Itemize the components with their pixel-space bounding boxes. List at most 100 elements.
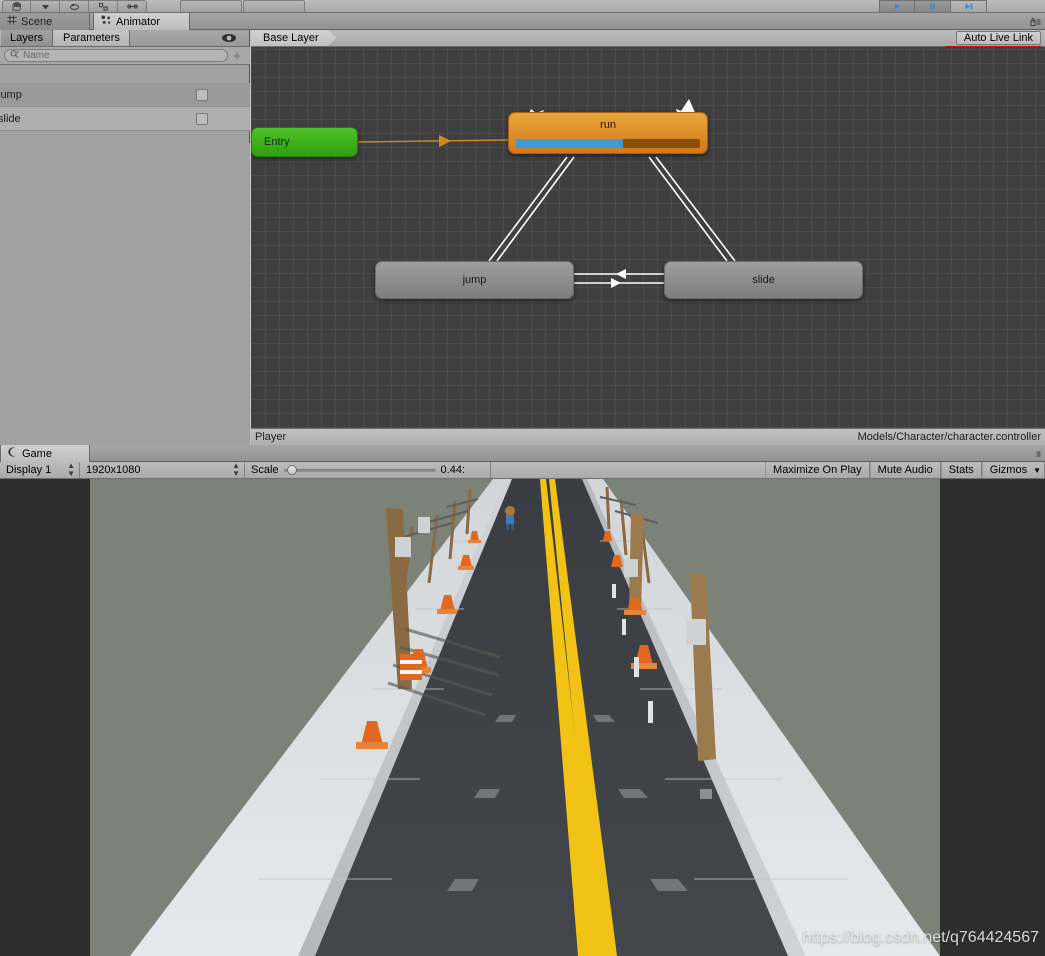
game-toolbar: Display 1 ▲ ▼ 1920x1080 ▲ ▼ Scale 0.44: Ma… bbox=[0, 462, 1045, 479]
tab-scene[interactable]: Scene bbox=[0, 13, 90, 30]
status-right-label: Models/Character/character.controller bbox=[857, 431, 1041, 443]
mute-audio-label: Mute Audio bbox=[877, 464, 933, 476]
state-progress-fill bbox=[516, 139, 623, 148]
toolbar-spacer bbox=[491, 462, 766, 478]
rect-tool-button[interactable] bbox=[118, 0, 147, 12]
gizmos-label: Gizmos bbox=[989, 464, 1028, 476]
rotate-tool-button[interactable] bbox=[60, 0, 89, 12]
tab-game[interactable]: Game bbox=[0, 445, 90, 462]
main-toolbar bbox=[0, 0, 1045, 13]
tab-parameters[interactable]: Parameters bbox=[53, 30, 130, 46]
search-input[interactable]: Name bbox=[4, 49, 228, 62]
state-node-jump[interactable]: jump bbox=[375, 261, 574, 299]
add-parameter-button[interactable]: + bbox=[228, 49, 246, 62]
parameter-trigger-checkbox[interactable] bbox=[196, 113, 208, 125]
transition-arrow bbox=[611, 278, 621, 288]
local-global-dropdown[interactable] bbox=[243, 0, 305, 12]
pause-button[interactable] bbox=[915, 0, 951, 12]
unity-editor-window: Scene Animator Layers Parameters Name + … bbox=[0, 0, 1045, 956]
display-label: Display 1 bbox=[6, 464, 52, 476]
scale-value: 0.44: bbox=[440, 464, 465, 476]
animator-window-menu[interactable] bbox=[1030, 13, 1045, 30]
game-icon bbox=[8, 447, 18, 460]
play-controls bbox=[879, 0, 987, 12]
scale-tool-button[interactable] bbox=[89, 0, 118, 12]
auto-live-link-label: Auto Live Link bbox=[963, 32, 1033, 44]
panel-tabs: Layers Parameters bbox=[0, 30, 249, 47]
parameter-name: jump bbox=[0, 88, 22, 101]
chevron-updown-icon: ▲ ▼ bbox=[67, 461, 75, 478]
mute-audio-button[interactable]: Mute Audio bbox=[869, 462, 941, 478]
scale-label: Scale bbox=[251, 464, 279, 476]
tab-layers[interactable]: Layers bbox=[0, 30, 54, 46]
hand-tool-button[interactable] bbox=[2, 0, 31, 12]
parameter-search-row: Name + bbox=[0, 47, 250, 65]
animator-window: Scene Animator Layers Parameters Name + … bbox=[0, 13, 1045, 445]
status-left-label: Player bbox=[255, 431, 287, 443]
state-node-entry[interactable]: Entry bbox=[251, 127, 358, 157]
transition-run-slide bbox=[648, 156, 728, 262]
maximize-on-play-label: Maximize On Play bbox=[773, 464, 862, 476]
state-node-slide[interactable]: slide bbox=[664, 261, 863, 299]
tab-layers-label: Layers bbox=[10, 32, 44, 44]
transition-arrow bbox=[439, 135, 451, 147]
scale-control[interactable]: Scale 0.44: bbox=[245, 462, 491, 478]
state-node-label: Entry bbox=[264, 136, 290, 148]
play-button[interactable] bbox=[879, 0, 915, 12]
scale-slider[interactable] bbox=[283, 464, 436, 477]
pivot-dropdown[interactable] bbox=[180, 0, 242, 12]
animator-graph-area: Base Layer Auto Live Link Entry run jump… bbox=[251, 30, 1045, 445]
parameters-list: jump slide bbox=[0, 83, 250, 131]
game-tabbar: Game bbox=[0, 445, 1045, 462]
layer-breadcrumb-bar: Base Layer Auto Live Link bbox=[251, 30, 1045, 47]
eye-icon[interactable] bbox=[221, 33, 237, 46]
scale-slider-knob[interactable] bbox=[286, 465, 297, 475]
transition-run-jump bbox=[488, 156, 568, 262]
stats-button[interactable]: Stats bbox=[940, 462, 982, 478]
chevron-down-icon[interactable]: ▼ bbox=[1033, 466, 1041, 475]
search-placeholder: Name bbox=[23, 50, 50, 61]
animator-tabbar: Scene Animator bbox=[0, 13, 1045, 30]
state-node-label: slide bbox=[752, 274, 775, 286]
tab-animator-label: Animator bbox=[116, 15, 161, 28]
tab-scene-label: Scene bbox=[21, 15, 53, 28]
state-node-label: run bbox=[600, 119, 616, 131]
game-window: Game Display 1 ▲ ▼ 1920x1080 ▲ ▼ Scale 0… bbox=[0, 445, 1045, 956]
gizmos-button[interactable]: Gizmos ▼ bbox=[981, 462, 1045, 478]
tab-game-label: Game bbox=[22, 447, 52, 460]
auto-live-link-button[interactable]: Auto Live Link bbox=[955, 31, 1041, 45]
tab-parameters-label: Parameters bbox=[63, 32, 120, 44]
state-progress-bar bbox=[516, 139, 700, 148]
resolution-dropdown[interactable]: 1920x1080 ▲ ▼ bbox=[80, 462, 245, 478]
game-viewport[interactable]: https://blog.csdn.net/q764424567 bbox=[0, 479, 1045, 956]
parameter-name: slide bbox=[0, 112, 21, 125]
transition-jump-run bbox=[496, 156, 575, 262]
game-window-menu[interactable] bbox=[1030, 445, 1045, 462]
tab-animator[interactable]: Animator bbox=[93, 13, 190, 30]
transition-entry-run bbox=[357, 139, 509, 143]
transition-slide-run bbox=[655, 156, 736, 262]
animator-icon bbox=[101, 15, 112, 28]
parameter-row-slide[interactable]: slide bbox=[0, 107, 250, 131]
parameter-row-jump[interactable]: jump bbox=[0, 83, 250, 107]
parameter-trigger-checkbox[interactable] bbox=[196, 89, 208, 101]
step-button[interactable] bbox=[951, 0, 987, 12]
transition-arrow bbox=[616, 269, 626, 279]
breadcrumb-label: Base Layer bbox=[263, 32, 319, 44]
search-icon bbox=[10, 49, 20, 62]
animator-status-bar: Player Models/Character/character.contro… bbox=[251, 428, 1045, 445]
transitions-layer bbox=[357, 99, 736, 288]
parameters-panel: Layers Parameters Name + jump slide bbox=[0, 30, 250, 445]
move-tool-button[interactable] bbox=[31, 0, 60, 12]
state-machine-graph[interactable]: Entry run jump slide bbox=[251, 47, 1045, 428]
game-scene-render bbox=[0, 479, 1045, 956]
maximize-on-play-button[interactable]: Maximize On Play bbox=[765, 462, 870, 478]
chevron-updown-icon: ▲ ▼ bbox=[232, 461, 240, 478]
scene-icon bbox=[7, 15, 17, 28]
state-node-run[interactable]: run bbox=[508, 112, 708, 154]
breadcrumb[interactable]: Base Layer bbox=[251, 30, 337, 46]
resolution-label: 1920x1080 bbox=[86, 464, 141, 476]
stats-label: Stats bbox=[948, 464, 974, 476]
state-node-label: jump bbox=[462, 274, 487, 286]
display-dropdown[interactable]: Display 1 ▲ ▼ bbox=[0, 462, 80, 478]
